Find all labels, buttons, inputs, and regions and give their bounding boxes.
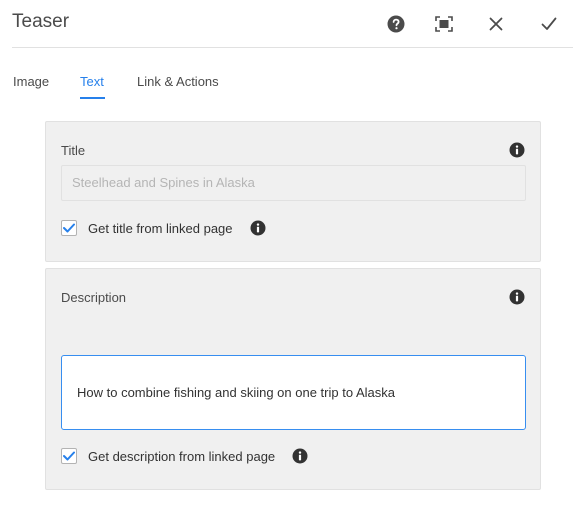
done-button[interactable] <box>536 11 562 37</box>
description-textarea[interactable]: How to combine fishing and skiing on one… <box>61 355 526 430</box>
checkmark-icon <box>63 451 75 461</box>
help-icon <box>387 15 405 33</box>
description-checkbox-label: Get description from linked page <box>88 448 276 464</box>
title-input[interactable]: Steelhead and Spines in Alaska <box>61 165 526 201</box>
checkmark-icon <box>63 223 75 233</box>
description-label: Description <box>61 290 127 305</box>
title-checkbox-label: Get title from linked page <box>88 220 233 236</box>
description-panel: Description How to combine fishing and s… <box>45 268 541 490</box>
header-divider <box>12 47 573 48</box>
help-button[interactable] <box>383 11 409 37</box>
title-label: Title <box>61 143 86 158</box>
title-panel: Title Steelhead and Spines in Alaska Get… <box>45 121 541 262</box>
description-checkbox-row: Get description from linked page <box>61 446 308 466</box>
fullscreen-icon <box>435 16 453 32</box>
fullscreen-button[interactable] <box>431 11 457 37</box>
tab-text[interactable]: Text <box>80 74 104 89</box>
tab-link-actions[interactable]: Link & Actions <box>137 74 219 89</box>
info-icon[interactable] <box>250 220 266 236</box>
description-from-linked-page-checkbox[interactable] <box>61 448 77 464</box>
close-icon <box>489 17 503 31</box>
dialog-title: Teaser <box>12 11 70 32</box>
info-icon[interactable] <box>292 448 308 464</box>
title-from-linked-page-checkbox[interactable] <box>61 220 77 236</box>
close-button[interactable] <box>483 11 509 37</box>
info-icon[interactable] <box>509 289 525 305</box>
checkmark-icon <box>541 17 557 30</box>
info-icon[interactable] <box>509 142 525 158</box>
tab-image[interactable]: Image <box>13 74 49 89</box>
dialog-header: Teaser <box>0 0 585 48</box>
active-tab-indicator <box>80 97 105 99</box>
title-checkbox-row: Get title from linked page <box>61 218 266 238</box>
tab-list: Image Text Link & Actions <box>0 66 585 102</box>
